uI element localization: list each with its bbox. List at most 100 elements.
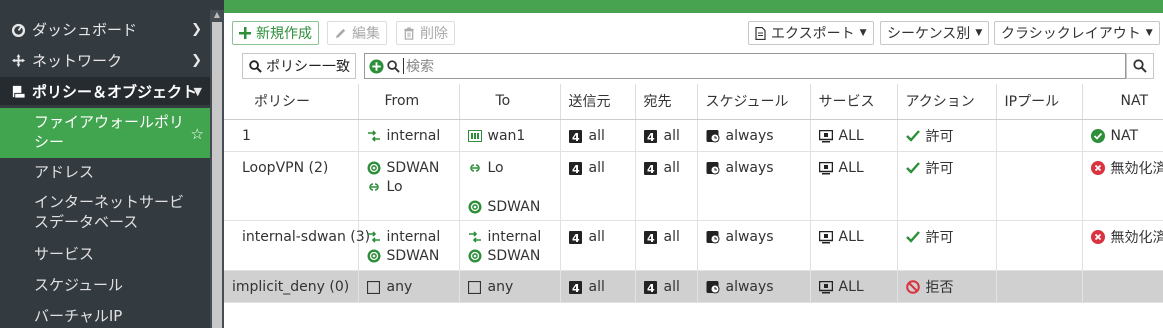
address-object-icon: 4 <box>569 230 583 244</box>
col-header-destination[interactable]: 宛先 <box>635 84 698 120</box>
nat-value: 無効化済 <box>1110 161 1163 177</box>
clock-icon <box>706 280 720 294</box>
sidebar-subitem-isdb[interactable]: インターネットサービスデータベース <box>0 192 210 236</box>
schedule-cell: always <box>697 270 811 303</box>
checkbox-icon <box>468 280 482 294</box>
app-root: ダッシュボード ❯ ネットワーク ❯ ポリシー＆オブジェクト ▼ ファイアウォー… <box>0 0 1163 328</box>
to-cell: wan1 <box>459 119 561 152</box>
sidebar-subitem-label: アドレス <box>34 163 95 181</box>
table-row[interactable]: 1 internal wan1 4 all 4 all always ALL 許可 … <box>224 119 1163 152</box>
sidebar-subitem-address[interactable]: アドレス <box>0 162 210 184</box>
destination-value: all <box>663 229 680 245</box>
sidebar-subitem-virtual-ip[interactable]: バーチャルIP <box>0 306 210 328</box>
svg-text:4: 4 <box>572 282 580 294</box>
sidebar-item-policy-objects[interactable]: ポリシー＆オブジェクト ▼ <box>0 77 210 105</box>
action-value: 許可 <box>925 129 954 145</box>
table-row[interactable]: LoopVPN (2) SDWAN Lo Lo SDWAN 4 all 4 all … <box>224 151 1163 221</box>
policy-match-button[interactable]: ポリシー一致 <box>242 53 356 79</box>
ippool-cell <box>996 119 1083 152</box>
source-cell: 4 all <box>560 220 636 271</box>
sidebar-subitem-firewall-policy[interactable]: ファイアウォールポリシー ☆ <box>0 108 210 158</box>
source-cell: 4 all <box>560 270 636 303</box>
add-filter-icon[interactable] <box>369 58 384 74</box>
caret-down-icon: ▼ <box>1145 28 1153 38</box>
service-value: ALL <box>838 229 864 245</box>
col-header-schedule[interactable]: スケジュール <box>697 84 811 120</box>
sidebar-subitem-service[interactable]: サービス <box>0 244 210 266</box>
edit-button[interactable]: 編集 <box>327 21 387 45</box>
policy-cell: internal-sdwan (3) <box>224 220 370 271</box>
interface-name: wan1 <box>487 128 526 144</box>
sidebar-top <box>0 0 224 8</box>
export-dropdown[interactable]: エクスポート ▼ <box>748 21 874 45</box>
nat-cell: 無効化済 <box>1082 151 1163 221</box>
destination-cell: 4 all <box>635 270 698 303</box>
delete-label: 削除 <box>420 26 448 42</box>
table-row[interactable]: implicit_deny (0) any any 4 all 4 all alwa… <box>224 270 1163 303</box>
scroll-up-icon[interactable]: ▲ <box>212 10 222 20</box>
action-cell: 許可 <box>897 151 997 221</box>
search-icon <box>249 59 262 73</box>
sidebar-subitem-schedule[interactable]: スケジュール <box>0 275 210 297</box>
action-cell: 拒否 <box>897 270 997 303</box>
service-cell: ALL <box>810 151 898 221</box>
action-cell: 許可 <box>897 220 997 271</box>
interface-name: SDWAN <box>487 199 541 215</box>
search-input[interactable]: 検索 <box>364 53 1126 79</box>
schedule-cell: always <box>697 119 811 152</box>
delete-button[interactable]: 削除 <box>396 21 455 45</box>
col-header-action[interactable]: アクション <box>897 84 997 120</box>
nat-cell <box>1082 270 1163 303</box>
check-circle-icon <box>1090 129 1105 143</box>
table-header-row: ポリシー From To 送信元 宛先 スケジュール サービス アクション IP… <box>224 84 1163 120</box>
svg-text:4: 4 <box>647 163 655 175</box>
layout-dropdown[interactable]: クラシックレイアウト ▼ <box>994 21 1160 45</box>
sequence-label: シーケンス別 <box>887 26 971 42</box>
interface-name: any <box>487 279 514 295</box>
to-cell: internal SDWAN <box>459 220 561 271</box>
action-value: 許可 <box>925 161 954 177</box>
col-header-to[interactable]: To <box>459 84 561 120</box>
to-cell: any <box>459 270 561 303</box>
col-header-from[interactable]: From <box>358 84 460 120</box>
create-new-button[interactable]: 新規作成 <box>232 21 319 45</box>
sidebar-scrollbar[interactable]: ▲ <box>210 10 224 328</box>
interface-pair-icon <box>468 230 482 244</box>
col-header-ippool[interactable]: IPプール <box>996 84 1083 120</box>
table-row[interactable]: internal-sdwan (3) internal SDWAN intern… <box>224 220 1163 271</box>
col-header-service[interactable]: サービス <box>810 84 898 120</box>
chevron-right-icon: ❯ <box>191 21 202 37</box>
destination-value: all <box>663 160 680 176</box>
search-button[interactable] <box>1126 53 1154 79</box>
sidebar-subitem-label: インターネットサービスデータベース <box>34 193 185 231</box>
sidebar-item-dashboard[interactable]: ダッシュボード ❯ <box>0 16 210 42</box>
scrollbar-thumb[interactable] <box>212 22 222 328</box>
destination-value: all <box>663 279 680 295</box>
text-cursor <box>403 58 404 74</box>
col-header-policy[interactable]: ポリシー <box>224 84 359 120</box>
service-cell: ALL <box>810 270 898 303</box>
interface-name: internal <box>487 229 542 245</box>
source-value: all <box>588 229 605 245</box>
service-icon <box>818 280 833 294</box>
document-icon <box>755 26 766 40</box>
sidebar-item-label: ダッシュボード <box>32 20 138 39</box>
col-header-source[interactable]: 送信元 <box>560 84 636 120</box>
check-icon <box>905 230 920 244</box>
interface-name: SDWAN <box>386 248 440 264</box>
sequence-dropdown[interactable]: シーケンス別 ▼ <box>880 21 990 45</box>
ippool-cell <box>996 151 1083 221</box>
sidebar-item-network[interactable]: ネットワーク ❯ <box>0 47 210 73</box>
search-icon <box>387 59 400 73</box>
interface-name: Lo <box>386 179 403 195</box>
search-icon <box>1133 59 1147 73</box>
address-object-icon: 4 <box>569 129 583 143</box>
search-placeholder: 検索 <box>406 59 434 75</box>
star-icon[interactable]: ☆ <box>191 124 204 144</box>
col-header-nat[interactable]: NAT <box>1082 84 1163 120</box>
service-cell: ALL <box>810 119 898 152</box>
chevron-right-icon: ❯ <box>191 52 202 68</box>
address-object-icon: 4 <box>569 161 583 175</box>
svg-text:4: 4 <box>572 232 580 244</box>
service-icon <box>818 161 833 175</box>
